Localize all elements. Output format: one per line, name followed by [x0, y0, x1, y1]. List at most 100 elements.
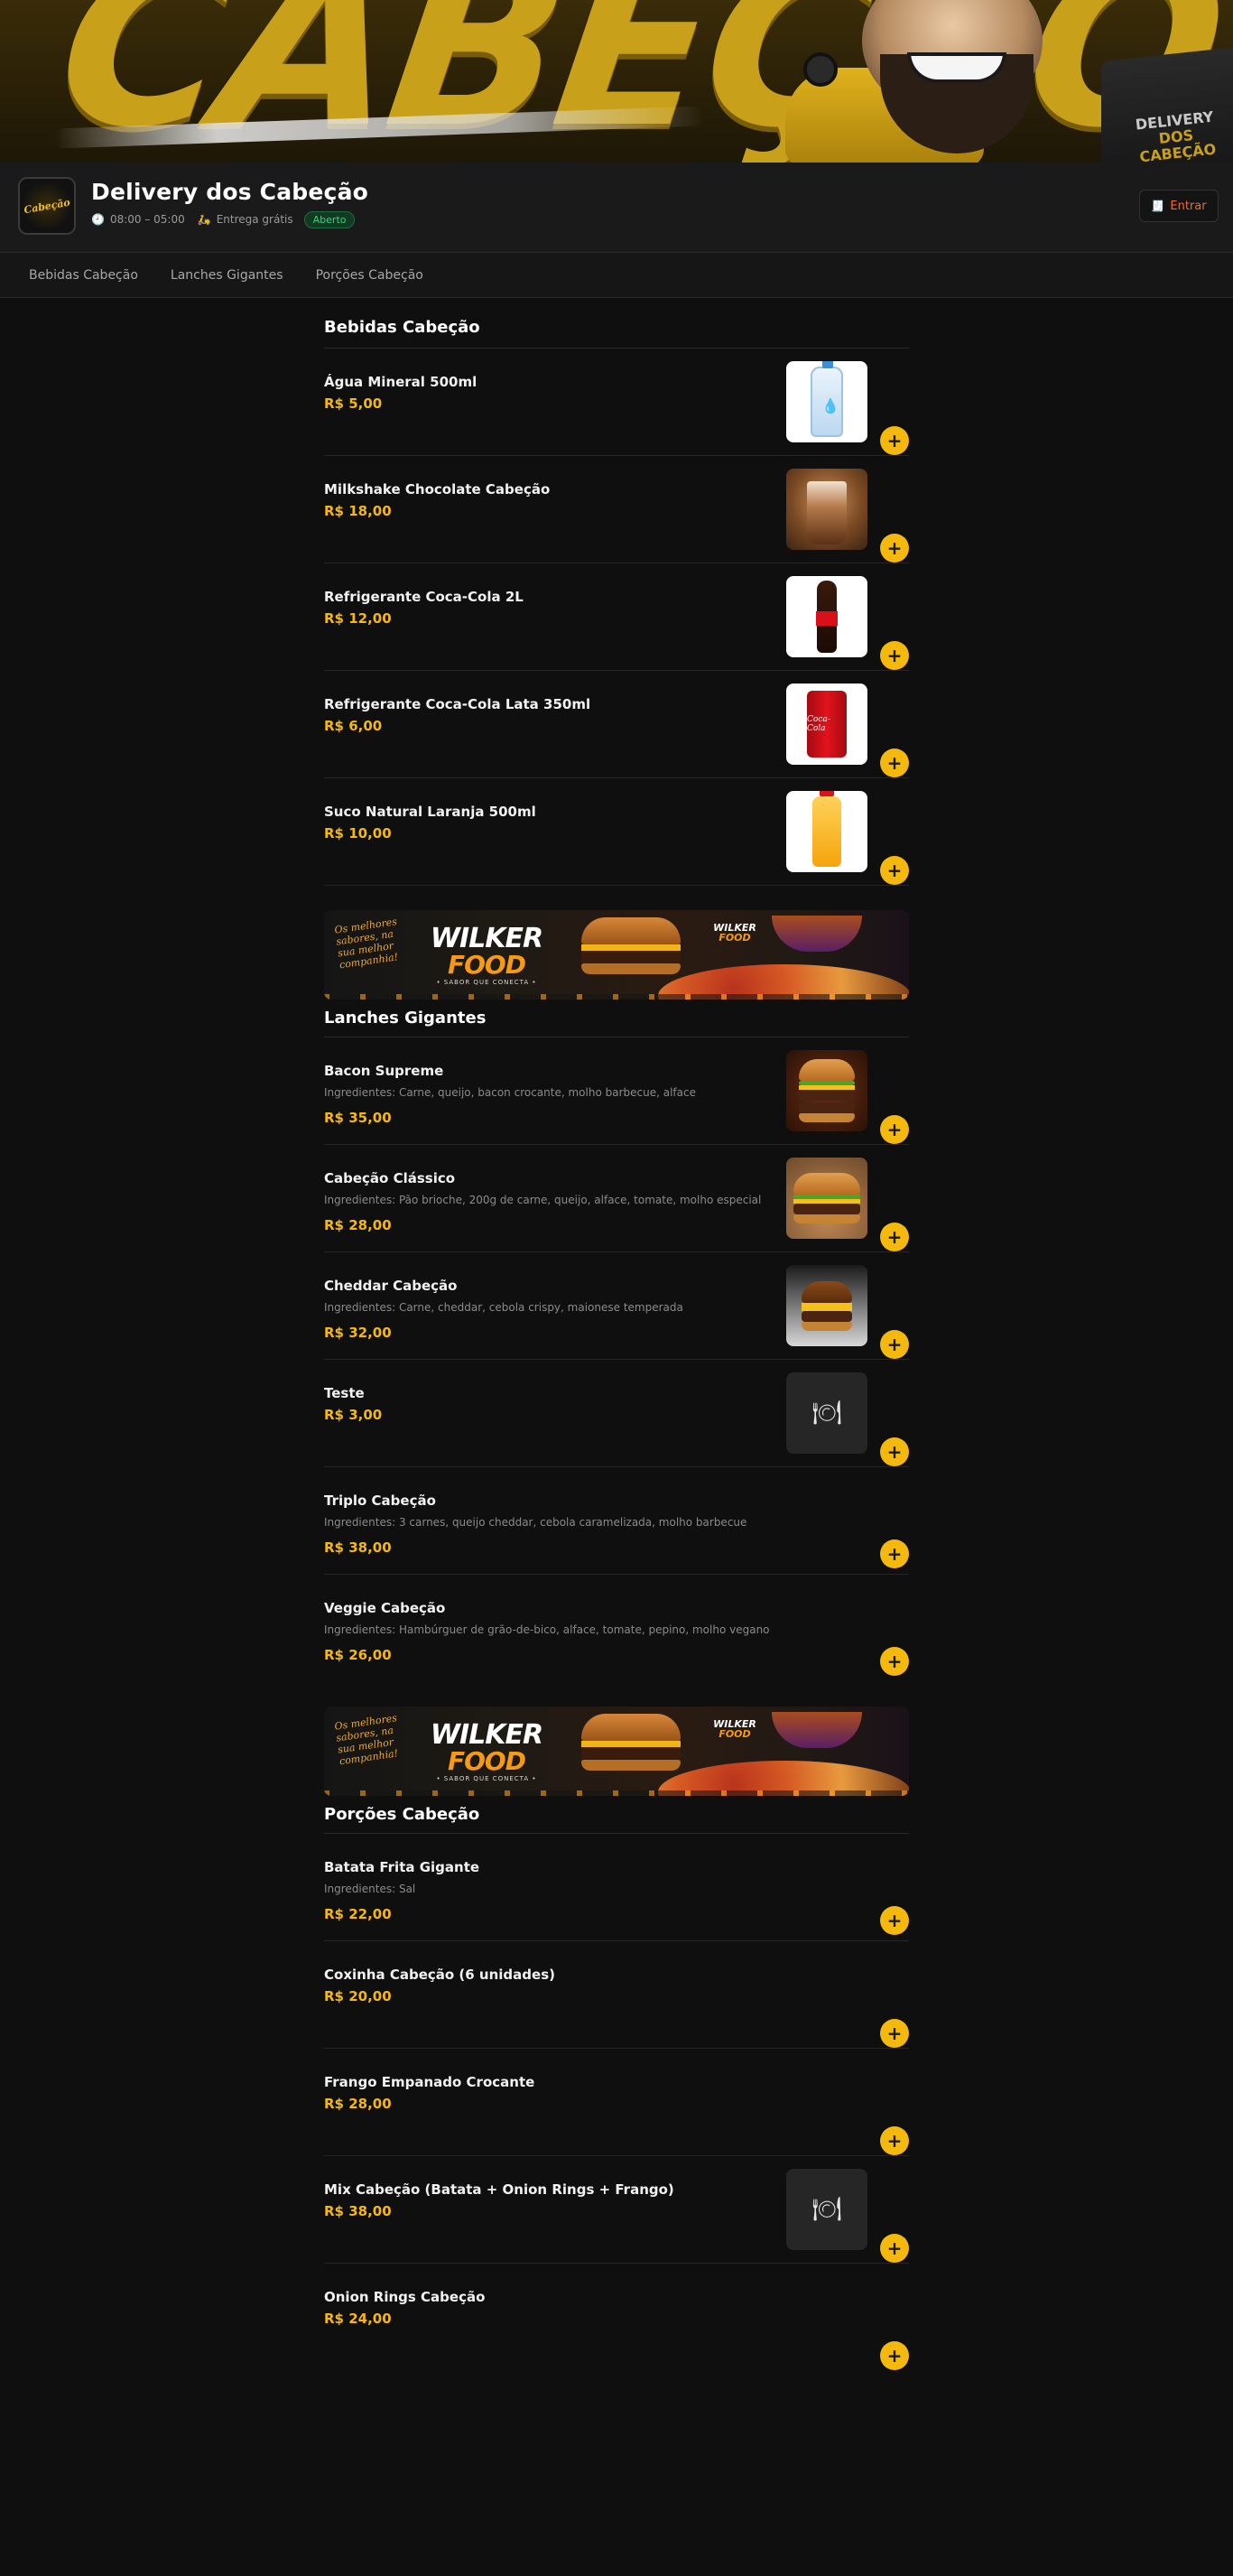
item-name: Cheddar Cabeção	[324, 1278, 458, 1294]
add-to-cart-button[interactable]: +	[880, 2019, 909, 2048]
item-price: R$ 18,00	[324, 503, 392, 519]
store-hours: 08:00 – 05:00	[109, 213, 185, 226]
item-name: Onion Rings Cabeção	[324, 2289, 486, 2305]
login-button[interactable]: 🧾 Entrar	[1139, 190, 1219, 222]
section-title: Lanches Gigantes	[324, 1000, 909, 1037]
menu-item[interactable]: Frango Empanado Crocante R$ 28,00 +	[324, 2049, 909, 2156]
add-to-cart-button[interactable]: +	[880, 534, 909, 563]
add-to-cart-button[interactable]: +	[880, 1647, 909, 1676]
menu-item[interactable]: Refrigerante Coca-Cola 2L R$ 12,00 +	[324, 563, 909, 671]
menu-item[interactable]: Cheddar Cabeção Ingredientes: Carne, che…	[324, 1252, 909, 1360]
item-photo-milkshake[interactable]	[786, 469, 867, 550]
scooter-mirror	[803, 52, 838, 87]
status-badge: Aberto	[303, 210, 356, 228]
add-to-cart-button[interactable]: +	[880, 641, 909, 670]
item-name: Batata Frita Gigante	[324, 1859, 480, 1875]
item-price: R$ 35,00	[324, 1110, 392, 1126]
menu-item[interactable]: Triplo Cabeção Ingredientes: 3 carnes, q…	[324, 1467, 909, 1575]
item-price: R$ 38,00	[324, 2203, 392, 2219]
item-price: R$ 28,00	[324, 2096, 392, 2112]
item-name: Frango Empanado Crocante	[324, 2074, 535, 2090]
item-photo-juice[interactable]	[786, 791, 867, 872]
menu-item[interactable]: Refrigerante Coca-Cola Lata 350ml R$ 6,0…	[324, 671, 909, 778]
menu-item[interactable]: Veggie Cabeção Ingredientes: Hambúrguer …	[324, 1575, 909, 1682]
store-name: Delivery dos Cabeção	[91, 179, 369, 205]
section-title: Bebidas Cabeção	[324, 298, 909, 349]
item-name: Mix Cabeção (Batata + Onion Rings + Fran…	[324, 2181, 674, 2198]
menu-item[interactable]: Bacon Supreme Ingredientes: Carne, queij…	[324, 1037, 909, 1145]
add-to-cart-button[interactable]: +	[880, 426, 909, 455]
add-to-cart-button[interactable]: +	[880, 856, 909, 885]
menu-item[interactable]: Água Mineral 500ml R$ 5,00 💧 +	[324, 349, 909, 456]
add-to-cart-button[interactable]: +	[880, 749, 909, 777]
menu-item[interactable]: Mix Cabeção (Batata + Onion Rings + Fran…	[324, 2156, 909, 2264]
promo-tagline: • SABOR QUE CONECTA •	[436, 979, 537, 986]
promo-tagline: • SABOR QUE CONECTA •	[436, 1775, 537, 1782]
cola-bottle-graphic	[816, 581, 838, 653]
item-price: R$ 24,00	[324, 2311, 392, 2327]
item-description: Ingredientes: 3 carnes, queijo cheddar, …	[324, 1516, 747, 1529]
plate-icon: 🍽	[811, 2196, 842, 2223]
item-photo-burger[interactable]	[786, 1265, 867, 1346]
tab-porcoes[interactable]: Porções Cabeção	[316, 268, 423, 283]
menu-item[interactable]: Teste R$ 3,00 🍽 +	[324, 1360, 909, 1467]
add-to-cart-button[interactable]: +	[880, 1330, 909, 1359]
bowl-graphic	[772, 1712, 862, 1748]
item-description: Ingredientes: Carne, cheddar, cebola cri…	[324, 1301, 683, 1314]
item-description: Ingredientes: Hambúrguer de grão-de-bico…	[324, 1623, 770, 1636]
clock-icon: 🕘	[91, 213, 105, 226]
item-photo-placeholder[interactable]: 🍽	[786, 1372, 867, 1454]
hero-banner: CABEÇÃO DELIVERY DOS CABEÇÃO	[0, 0, 1233, 163]
promo-slogan: Os melhores sabores, na sua melhor compa…	[333, 1712, 399, 1768]
item-name: Refrigerante Coca-Cola Lata 350ml	[324, 696, 591, 712]
add-to-cart-button[interactable]: +	[880, 1437, 909, 1466]
item-description: Ingredientes: Carne, queijo, bacon croca…	[324, 1086, 696, 1099]
milkshake-graphic	[807, 481, 847, 544]
promo-banner[interactable]: Os melhores sabores, na sua melhor compa…	[324, 910, 909, 1000]
burger-graphic	[581, 917, 681, 977]
item-price: R$ 10,00	[324, 825, 392, 842]
menu-item[interactable]: Milkshake Chocolate Cabeção R$ 18,00 +	[324, 456, 909, 563]
menu-item[interactable]: Onion Rings Cabeção R$ 24,00 +	[324, 2264, 909, 2371]
add-to-cart-button[interactable]: +	[880, 2234, 909, 2263]
juice-bottle-graphic	[812, 791, 841, 867]
receipt-icon: 🧾	[1151, 200, 1165, 212]
burger-graphic	[799, 1059, 855, 1122]
tab-bebidas[interactable]: Bebidas Cabeção	[29, 268, 138, 283]
add-to-cart-button[interactable]: +	[880, 1223, 909, 1251]
item-photo-placeholder[interactable]: 🍽	[786, 2169, 867, 2250]
menu-item[interactable]: Suco Natural Laranja 500ml R$ 10,00 +	[324, 778, 909, 886]
item-photo-water[interactable]: 💧	[786, 361, 867, 442]
bowl-graphic	[772, 916, 862, 952]
delivery-box-text: DELIVERY DOS CABEÇÃO	[1124, 107, 1228, 163]
item-name: Água Mineral 500ml	[324, 374, 477, 390]
add-to-cart-button[interactable]: +	[880, 1539, 909, 1568]
add-to-cart-button[interactable]: +	[880, 1115, 909, 1144]
promo-slogan: Os melhores sabores, na sua melhor compa…	[333, 916, 399, 972]
item-description: Ingredientes: Pão brioche, 200g de carne…	[324, 1194, 762, 1206]
promo-strip	[324, 994, 909, 1000]
item-photo-cola-can[interactable]: Coca-Cola	[786, 684, 867, 765]
burger-graphic	[793, 1173, 860, 1223]
promo-brand: FOOD	[448, 950, 526, 980]
drop-icon: 💧	[821, 397, 839, 414]
item-name: Bacon Supreme	[324, 1063, 444, 1079]
item-price: R$ 6,00	[324, 718, 383, 734]
item-price: R$ 38,00	[324, 1539, 392, 1556]
menu-item[interactable]: Cabeção Clássico Ingredientes: Pão brioc…	[324, 1145, 909, 1252]
promo-banner[interactable]: Os melhores sabores, na sua melhor compa…	[324, 1706, 909, 1796]
item-name: Teste	[324, 1385, 365, 1401]
menu-item[interactable]: Coxinha Cabeção (6 unidades) R$ 20,00 +	[324, 1941, 909, 2049]
item-price: R$ 28,00	[324, 1217, 392, 1233]
item-name: Milkshake Chocolate Cabeção	[324, 481, 551, 498]
item-photo-cola-bottle[interactable]	[786, 576, 867, 657]
add-to-cart-button[interactable]: +	[880, 1906, 909, 1935]
menu-item[interactable]: Batata Frita Gigante Ingredientes: Sal R…	[324, 1834, 909, 1941]
item-price: R$ 20,00	[324, 1988, 392, 2004]
add-to-cart-button[interactable]: +	[880, 2126, 909, 2155]
scooter-icon: 🛵	[197, 213, 211, 226]
add-to-cart-button[interactable]: +	[880, 2341, 909, 2370]
item-photo-burger[interactable]	[786, 1050, 867, 1131]
item-photo-burger[interactable]	[786, 1158, 867, 1239]
tab-lanches[interactable]: Lanches Gigantes	[171, 268, 283, 283]
